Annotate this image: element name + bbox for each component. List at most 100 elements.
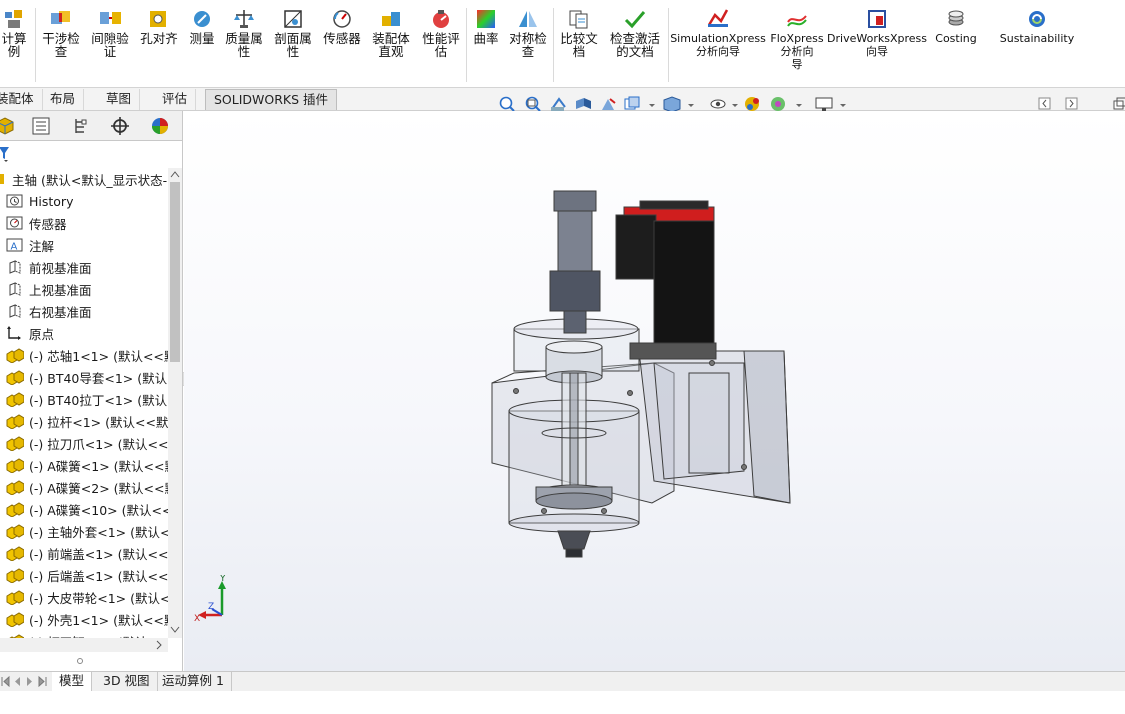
- command-manager-ribbon: 计算 例 干涉检 查 间隙验 证 孔对齐 测量 质量属 性 剖面属 性 传感器 …: [0, 0, 1125, 88]
- tree-vertical-scrollbar[interactable]: [168, 168, 182, 638]
- tab-model[interactable]: 模型: [52, 672, 93, 691]
- mass-properties-button[interactable]: 质量属 性: [221, 8, 267, 58]
- costing-button[interactable]: Costing: [932, 8, 980, 45]
- tree-item[interactable]: (-) 拉刀爪<1> (默认<<默: [0, 432, 168, 454]
- view-settings-icon[interactable]: [815, 97, 833, 111]
- measure-button[interactable]: 测量: [186, 8, 218, 45]
- tree-item[interactable]: (-) A碟簧<2> (默认<<默: [0, 476, 168, 498]
- simulationxpress-button[interactable]: SimulationXpress 分析向导: [670, 8, 766, 58]
- tab-3d-views[interactable]: 3D 视图: [96, 672, 158, 691]
- performance-icon: [433, 10, 449, 28]
- tree-item[interactable]: 原点: [0, 322, 168, 344]
- previous-view-icon[interactable]: [551, 97, 566, 111]
- symmetry-check-button[interactable]: 对称检 查: [505, 8, 551, 58]
- tree-item[interactable]: (-) 大皮带轮<1> (默认<<: [0, 586, 168, 608]
- tab-motion-study[interactable]: 运动算例 1: [155, 672, 232, 691]
- sustainability-button[interactable]: Sustainability: [996, 8, 1078, 45]
- design-study-button[interactable]: 计算 例: [0, 8, 32, 58]
- filter-icon[interactable]: [0, 145, 12, 163]
- tab-display-manager[interactable]: [143, 114, 177, 138]
- part-icon: [6, 480, 24, 495]
- dimxpert-icon: [111, 117, 129, 135]
- view-orientation-icon[interactable]: [624, 96, 640, 110]
- tab-solidworks-addins[interactable]: SOLIDWORKS 插件: [205, 89, 338, 110]
- section-properties-button[interactable]: 剖面属 性: [270, 8, 316, 58]
- tab-property-manager[interactable]: [24, 114, 58, 138]
- driveworksxpress-button[interactable]: DriveWorksXpress 向导: [827, 8, 927, 58]
- symmetry-icon: [519, 11, 537, 27]
- scroll-up-icon[interactable]: [170, 170, 180, 178]
- tree-item[interactable]: (-) 前端盖<1> (默认<<默: [0, 542, 168, 564]
- next-tab-icon[interactable]: [27, 677, 32, 686]
- tree-item[interactable]: 上视基准面: [0, 278, 168, 300]
- tree-item-label: 上视基准面: [29, 282, 92, 298]
- tree-item[interactable]: (-) 主轴外套<1> (默认<<: [0, 520, 168, 542]
- apply-scene-dropdown-icon[interactable]: [796, 104, 802, 107]
- tree-item[interactable]: (-) BT40拉丁<1> (默认<: [0, 388, 168, 410]
- floxpress-button[interactable]: FloXpress 分析向 导: [769, 8, 825, 71]
- tree-horizontal-scrollbar[interactable]: [0, 638, 168, 652]
- tab-dimxpert-manager[interactable]: [103, 114, 137, 138]
- tree-item[interactable]: 传感器: [0, 212, 168, 234]
- check-active-document-button[interactable]: 检查激活 的文档: [605, 8, 665, 58]
- zoom-to-fit-icon[interactable]: [499, 96, 515, 112]
- first-tab-icon[interactable]: [1, 675, 10, 688]
- tab-evaluate[interactable]: 评估: [154, 89, 197, 110]
- tree-item[interactable]: (-) BT40导套<1> (默认<: [0, 366, 168, 388]
- clearance-verification-button[interactable]: 间隙验 证: [87, 8, 133, 58]
- zoom-to-area-icon[interactable]: [525, 96, 541, 112]
- display-style-icon[interactable]: [663, 96, 681, 113]
- tree-item[interactable]: (-) 拉杆<1> (默认<<默认: [0, 410, 168, 432]
- spindle-assembly-model[interactable]: [184, 111, 1125, 671]
- tree-item[interactable]: (-) A碟簧<1> (默认<<默: [0, 454, 168, 476]
- tree-item[interactable]: (-) 外壳1<1> (默认<<默: [0, 608, 168, 630]
- previous-tab-icon[interactable]: [15, 677, 20, 686]
- part-icon: [6, 568, 24, 583]
- scroll-thumb[interactable]: [170, 182, 180, 362]
- tree-item[interactable]: A 注解: [0, 234, 168, 256]
- last-tab-icon[interactable]: [38, 675, 47, 688]
- graphics-viewport[interactable]: Y X Z: [184, 111, 1125, 671]
- scroll-down-icon[interactable]: [170, 626, 180, 634]
- sensor-button[interactable]: 传感器: [320, 8, 364, 45]
- tree-item[interactable]: (-) 芯轴1<1> (默认<<默认: [0, 344, 168, 366]
- tree-item[interactable]: 右视基准面: [0, 300, 168, 322]
- view-orientation-dropdown-icon[interactable]: [649, 104, 655, 107]
- tree-item[interactable]: (-) 后端盖<1> (默认<<默: [0, 564, 168, 586]
- tree-item[interactable]: (-) A碟簧<10> (默认<<默: [0, 498, 168, 520]
- property-manager-icon: [32, 117, 50, 135]
- curvature-button[interactable]: 曲率: [470, 8, 502, 45]
- section-view-icon[interactable]: [576, 98, 591, 109]
- sensor-folder-icon: [6, 216, 23, 230]
- performance-evaluation-button[interactable]: 性能评 估: [418, 8, 464, 58]
- tree-item-label: (-) BT40导套<1> (默认<: [29, 370, 168, 386]
- part-icon: [6, 436, 24, 451]
- tree-item-label: 注解: [29, 238, 55, 254]
- tab-sketch[interactable]: 草图: [98, 89, 141, 110]
- tab-assembly[interactable]: 装配体: [0, 89, 43, 110]
- hide-show-dropdown-icon[interactable]: [732, 104, 738, 107]
- display-style-dropdown-icon[interactable]: [688, 104, 694, 107]
- expand-right-icon[interactable]: [1065, 97, 1078, 110]
- edit-appearance-icon[interactable]: [745, 97, 759, 111]
- interference-check-button[interactable]: 干涉检 查: [38, 8, 84, 58]
- tab-configuration-manager[interactable]: [63, 114, 97, 138]
- panel-resize-grip-icon[interactable]: [76, 657, 84, 665]
- apply-scene-icon[interactable]: [771, 97, 785, 111]
- tree-item[interactable]: History: [0, 190, 168, 212]
- hole-alignment-button[interactable]: 孔对齐: [137, 8, 181, 45]
- triad-y-label: Y: [219, 575, 226, 584]
- section-properties-icon: [284, 10, 302, 28]
- hide-show-items-icon[interactable]: [710, 99, 726, 109]
- tab-feature-manager[interactable]: [0, 114, 22, 138]
- compare-documents-button[interactable]: 比较文 档: [556, 8, 602, 58]
- tree-item[interactable]: 前视基准面: [0, 256, 168, 278]
- dynamic-annotation-icon[interactable]: [602, 98, 616, 110]
- scroll-right-icon[interactable]: [154, 640, 164, 650]
- tab-layout[interactable]: 布局: [42, 89, 85, 110]
- tree-root-assembly[interactable]: 主轴 (默认<默认_显示状态-1>: [0, 168, 168, 190]
- assembly-visualization-button[interactable]: 装配体 直观: [368, 8, 414, 58]
- collapse-left-icon[interactable]: [1038, 97, 1051, 110]
- view-settings-dropdown-icon[interactable]: [840, 104, 846, 107]
- restore-window-icon[interactable]: [1113, 97, 1125, 110]
